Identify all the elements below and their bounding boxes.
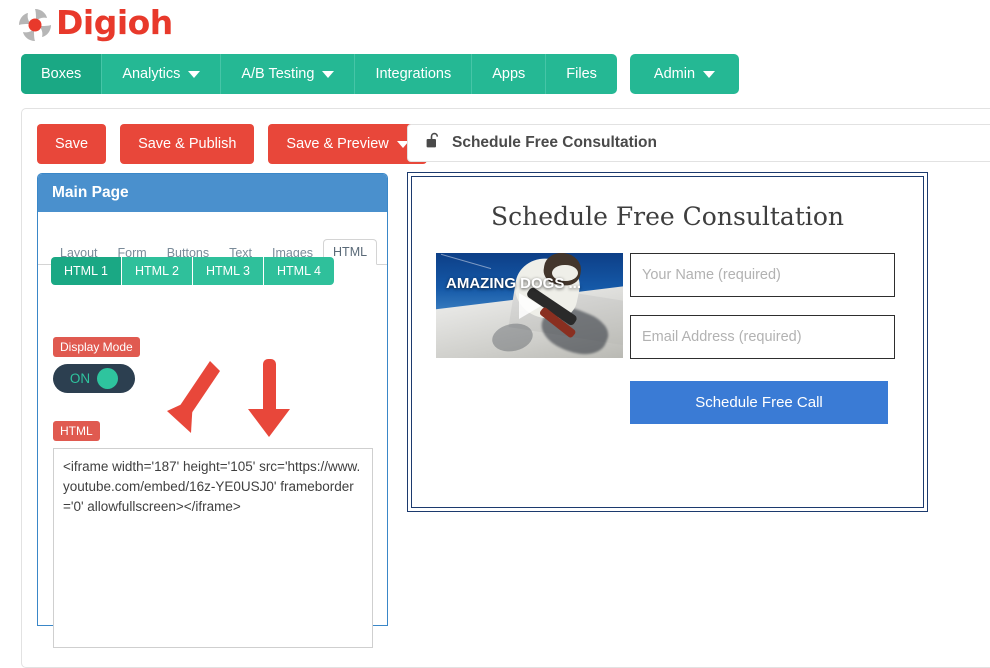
html-code-input[interactable] <box>53 448 373 648</box>
editor-panel-title: Main Page <box>38 174 387 212</box>
preview-canvas-inner: Schedule Free Consultation AMAZING DOGS … <box>411 176 924 508</box>
html-slot-2[interactable]: HTML 2 <box>122 257 193 285</box>
chevron-down-icon <box>703 70 716 78</box>
nav-label: Integrations <box>375 66 452 82</box>
tab-label: HTML <box>333 245 368 259</box>
schedule-free-call-button[interactable]: Schedule Free Call <box>630 381 888 424</box>
nav-label: Apps <box>492 66 526 82</box>
display-mode-toggle[interactable]: ON <box>53 364 135 393</box>
nav-label: Files <box>566 66 597 82</box>
preview-canvas: Schedule Free Consultation AMAZING DOGS … <box>407 172 928 512</box>
save-preview-label: Save & Preview <box>286 136 389 152</box>
html-slot-1[interactable]: HTML 1 <box>51 257 122 285</box>
html-slot-label: HTML 3 <box>206 264 250 278</box>
name-field-placeholder: Your Name (required) <box>642 267 781 283</box>
name-field[interactable]: Your Name (required) <box>630 253 895 297</box>
html-slot-label: HTML 2 <box>135 264 179 278</box>
html-field-text: HTML <box>60 424 93 438</box>
html-slot-label: HTML 1 <box>64 264 108 278</box>
nav-label: Admin <box>653 66 696 82</box>
nav-item-analytics[interactable]: Analytics <box>102 54 222 94</box>
html-field-label: HTML <box>53 421 100 441</box>
save-and-publish-button[interactable]: Save & Publish <box>120 124 255 164</box>
toggle-state-label: ON <box>69 371 91 386</box>
editor-title-text: Main Page <box>52 184 129 201</box>
annotation-arrow-width <box>163 355 223 460</box>
preview-heading: Schedule Free Consultation <box>490 202 845 231</box>
email-field-placeholder: Email Address (required) <box>642 329 802 345</box>
nav-label: Boxes <box>41 66 82 82</box>
nav-item-integrations[interactable]: Integrations <box>355 54 473 94</box>
action-toolbar: Save Save & Publish Save & Preview <box>37 124 427 164</box>
preview-title-bar: Schedule Free Consultation <box>407 124 990 162</box>
html-slot-3[interactable]: HTML 3 <box>193 257 264 285</box>
nav-label: A/B Testing <box>241 66 315 82</box>
html-slot-4[interactable]: HTML 4 <box>264 257 334 285</box>
preview-title-text: Schedule Free Consultation <box>452 134 657 151</box>
nav-item-admin[interactable]: Admin <box>629 54 740 94</box>
nav-label: Analytics <box>122 66 181 82</box>
save-button[interactable]: Save <box>37 124 107 164</box>
html-slot-tabs: HTML 1 HTML 2 HTML 3 HTML 4 <box>51 257 334 285</box>
submit-button-label: Schedule Free Call <box>695 394 823 411</box>
play-icon[interactable] <box>518 292 541 319</box>
unlock-icon[interactable] <box>426 132 441 154</box>
toggle-knob <box>97 368 119 389</box>
save-publish-label: Save & Publish <box>138 136 237 152</box>
display-mode-label: Display Mode <box>53 337 140 357</box>
logo-bar: Digioh <box>0 0 990 52</box>
nav-item-files[interactable]: Files <box>546 54 617 94</box>
nav-item-apps[interactable]: Apps <box>472 54 547 94</box>
chevron-down-icon <box>322 70 335 78</box>
main-navigation: Boxes Analytics A/B Testing Integrations… <box>21 54 740 94</box>
video-title-text: AMAZING DOGS ... <box>446 275 581 292</box>
html-slot-label: HTML 4 <box>277 264 321 278</box>
chevron-down-icon <box>188 70 201 78</box>
nav-item-boxes[interactable]: Boxes <box>21 54 103 94</box>
video-embed-thumbnail[interactable]: AMAZING DOGS ... <box>436 253 623 358</box>
digioh-pinwheel-icon <box>16 6 54 44</box>
nav-item-ab-testing[interactable]: A/B Testing <box>221 54 356 94</box>
display-mode-text: Display Mode <box>60 340 133 354</box>
save-and-preview-button[interactable]: Save & Preview <box>268 124 427 164</box>
email-field[interactable]: Email Address (required) <box>630 315 895 359</box>
save-button-label: Save <box>55 136 89 152</box>
brand-name: Digioh <box>56 3 173 42</box>
nav-group: Boxes Analytics A/B Testing Integrations… <box>21 54 617 94</box>
annotation-arrow-height <box>245 355 295 460</box>
